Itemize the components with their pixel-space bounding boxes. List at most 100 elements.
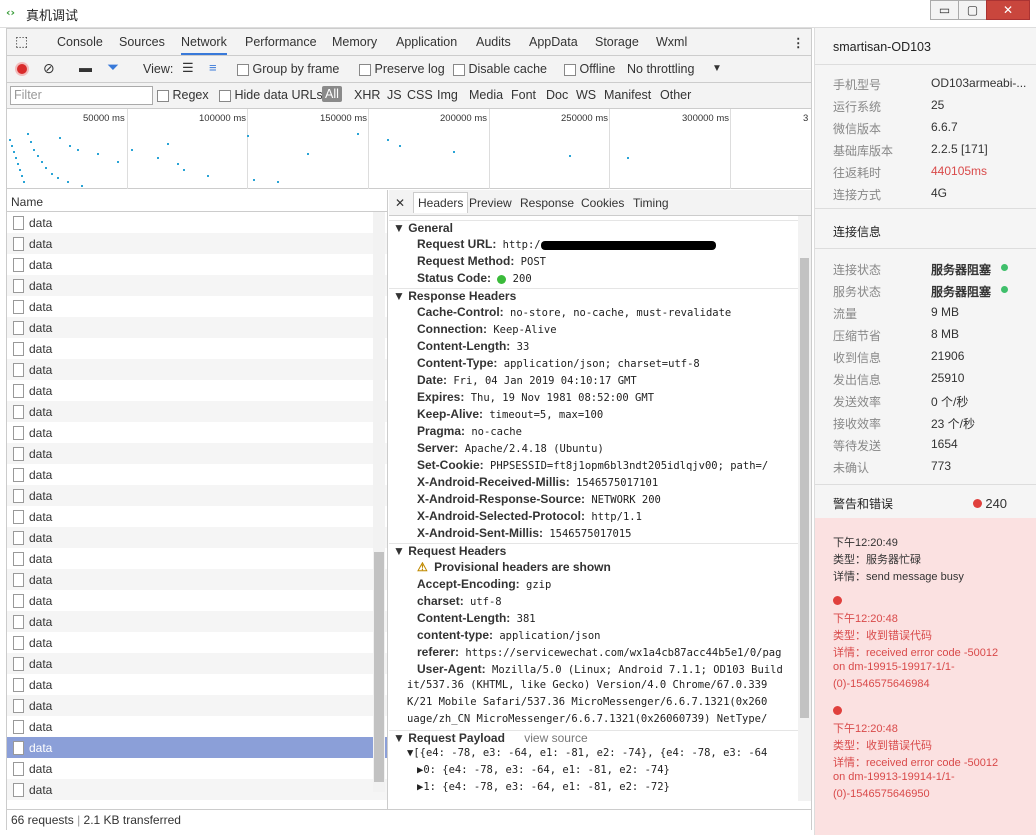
request-row[interactable]: data bbox=[7, 359, 387, 380]
request-row[interactable]: data bbox=[7, 254, 387, 275]
tab-sources[interactable]: Sources bbox=[119, 35, 165, 49]
tab-network[interactable]: Network bbox=[181, 35, 227, 55]
request-row[interactable]: data bbox=[7, 338, 387, 359]
request-row[interactable]: data bbox=[7, 275, 387, 296]
request-row[interactable]: data bbox=[7, 590, 387, 611]
request-row[interactable]: data bbox=[7, 716, 387, 737]
group-by-frame-checkbox[interactable]: Group by frame bbox=[237, 62, 339, 76]
request-row[interactable]: data bbox=[7, 674, 387, 695]
chevron-down-icon[interactable]: ▼ bbox=[712, 63, 722, 74]
close-button[interactable]: ✕ bbox=[986, 0, 1030, 20]
scrollbar-thumb[interactable] bbox=[800, 258, 809, 718]
request-row[interactable]: data bbox=[7, 737, 387, 758]
payload-line[interactable]: ▶1: {e4: -78, e3: -64, e1: -81, e2: -72} bbox=[389, 781, 811, 798]
regex-label: Regex bbox=[172, 88, 209, 102]
info-label: 往返耗时 bbox=[833, 166, 882, 180]
detail-scrollbar[interactable] bbox=[798, 216, 811, 801]
section-request-headers[interactable]: ▼ Request Headers bbox=[389, 543, 811, 560]
section-response-headers[interactable]: ▼ Response Headers bbox=[389, 288, 811, 305]
header-value: Thu, 19 Nov 1981 08:52:00 GMT bbox=[470, 392, 655, 404]
tab-cookies[interactable]: Cookies bbox=[581, 196, 624, 210]
section-request-payload[interactable]: ▼ Request Payload view source bbox=[389, 730, 811, 747]
large-rows-icon[interactable]: ☰ bbox=[182, 60, 194, 76]
preserve-log-checkbox[interactable]: Preserve log bbox=[359, 62, 445, 76]
request-row[interactable]: data bbox=[7, 380, 387, 401]
request-row[interactable]: data bbox=[7, 212, 387, 233]
timeline-dot bbox=[69, 145, 71, 147]
throttling-select[interactable]: No throttling bbox=[627, 62, 694, 76]
request-row[interactable]: data bbox=[7, 653, 387, 674]
tab-memory[interactable]: Memory bbox=[332, 35, 377, 49]
regex-checkbox[interactable]: Regex bbox=[157, 88, 209, 102]
type-filter-all[interactable]: All bbox=[322, 86, 342, 102]
timeline-overview[interactable]: 50000 ms 100000 ms 150000 ms 200000 ms 2… bbox=[7, 109, 811, 189]
close-detail-icon[interactable]: ✕ bbox=[395, 196, 405, 210]
request-row[interactable]: data bbox=[7, 485, 387, 506]
type-filter-other[interactable]: Other bbox=[660, 88, 691, 102]
view-source-link[interactable]: view source bbox=[524, 731, 587, 745]
request-row[interactable]: data bbox=[7, 611, 387, 632]
request-row[interactable]: data bbox=[7, 401, 387, 422]
scrollbar-thumb[interactable] bbox=[374, 552, 384, 782]
request-row[interactable]: data bbox=[7, 422, 387, 443]
type-filter-doc[interactable]: Doc bbox=[546, 88, 568, 102]
waterfall-icon[interactable]: ≡ bbox=[209, 60, 217, 75]
tab-console[interactable]: Console bbox=[57, 35, 103, 49]
tab-performance[interactable]: Performance bbox=[245, 35, 317, 49]
request-row[interactable]: data bbox=[7, 527, 387, 548]
section-general[interactable]: ▼ General bbox=[389, 220, 811, 237]
tab-application[interactable]: Application bbox=[396, 35, 457, 49]
request-row[interactable]: data bbox=[7, 233, 387, 254]
payload-line[interactable]: ▶0: {e4: -78, e3: -64, e1: -81, e2: -74} bbox=[389, 764, 811, 781]
error-type: 类型：服务器忙碌 bbox=[833, 554, 921, 566]
offline-checkbox[interactable]: Offline bbox=[564, 62, 615, 76]
tab-audits[interactable]: Audits bbox=[476, 35, 511, 49]
request-row[interactable]: data bbox=[7, 317, 387, 338]
tab-headers[interactable]: Headers bbox=[413, 192, 469, 213]
type-filter-css[interactable]: CSS bbox=[407, 88, 433, 102]
timeline-dot bbox=[15, 157, 17, 159]
request-row[interactable]: data bbox=[7, 296, 387, 317]
type-filter-xhr[interactable]: XHR bbox=[354, 88, 380, 102]
info-value: OD103armeabi-... bbox=[931, 76, 1027, 90]
minimize-button[interactable]: ▭ bbox=[930, 0, 959, 20]
record-icon[interactable] bbox=[15, 62, 29, 76]
tab-response[interactable]: Response bbox=[520, 196, 574, 210]
request-name: data bbox=[29, 762, 53, 776]
request-row[interactable]: data bbox=[7, 695, 387, 716]
type-filter-manifest[interactable]: Manifest bbox=[604, 88, 651, 102]
request-row[interactable]: data bbox=[7, 548, 387, 569]
filter-icon[interactable]: ⏷ bbox=[107, 59, 119, 76]
disable-cache-checkbox[interactable]: Disable cache bbox=[453, 62, 547, 76]
type-filter-js[interactable]: JS bbox=[387, 88, 402, 102]
filter-input[interactable]: Filter bbox=[10, 86, 153, 105]
tab-preview[interactable]: Preview bbox=[469, 196, 512, 210]
request-row[interactable]: data bbox=[7, 464, 387, 485]
payload-line[interactable]: ▼[{e4: -78, e3: -64, e1: -81, e2: -74}, … bbox=[389, 747, 811, 764]
name-column-header[interactable]: Name bbox=[7, 190, 387, 212]
tab-wxml[interactable]: Wxml bbox=[656, 35, 687, 49]
tab-storage[interactable]: Storage bbox=[595, 35, 639, 49]
request-row[interactable]: data bbox=[7, 569, 387, 590]
tab-timing[interactable]: Timing bbox=[633, 196, 669, 210]
inspect-icon[interactable]: ⬚ bbox=[15, 33, 28, 50]
type-filter-ws[interactable]: WS bbox=[576, 88, 596, 102]
clear-icon[interactable]: ⊘ bbox=[43, 60, 55, 77]
maximize-button[interactable]: ▢ bbox=[958, 0, 987, 20]
request-row[interactable]: data bbox=[7, 506, 387, 527]
more-menu-icon[interactable]: ⋮ bbox=[792, 35, 805, 50]
request-list-scrollbar[interactable] bbox=[373, 212, 385, 792]
timeline-tick: 250000 ms bbox=[561, 113, 609, 124]
connection-row: 发送效率 0 个/秒 bbox=[833, 393, 968, 410]
request-row[interactable]: data bbox=[7, 779, 387, 800]
type-filter-media[interactable]: Media bbox=[469, 88, 503, 102]
request-row[interactable]: data bbox=[7, 632, 387, 653]
type-filter-font[interactable]: Font bbox=[511, 88, 536, 102]
request-row[interactable]: data bbox=[7, 758, 387, 779]
tab-appdata[interactable]: AppData bbox=[529, 35, 578, 49]
hide-data-urls-checkbox[interactable]: Hide data URLs bbox=[219, 88, 323, 102]
conn-label: 收到信息 bbox=[833, 351, 882, 365]
type-filter-img[interactable]: Img bbox=[437, 88, 458, 102]
request-row[interactable]: data bbox=[7, 443, 387, 464]
camera-icon[interactable]: ▬ bbox=[79, 60, 92, 75]
